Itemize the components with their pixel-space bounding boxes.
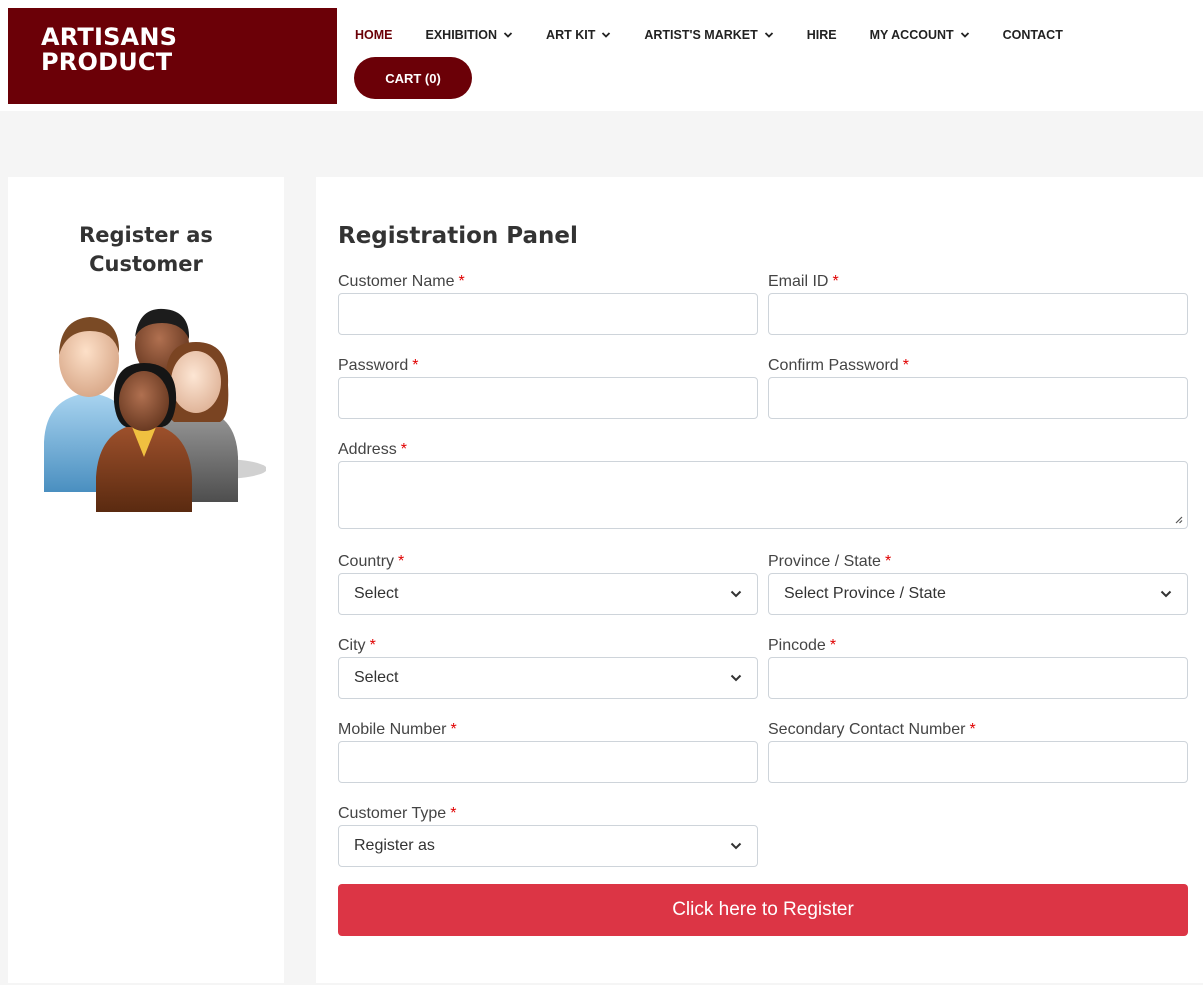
password-input[interactable]: [338, 377, 758, 419]
chevron-down-icon: [602, 32, 611, 38]
province-label: Province / State *: [768, 553, 892, 570]
cart-button[interactable]: CART (0): [354, 57, 472, 99]
secondary-contact-input[interactable]: [768, 741, 1188, 783]
nav-exhibition[interactable]: EXHIBITION: [426, 28, 514, 42]
registration-panel: Registration Panel Customer Name * Email …: [316, 177, 1203, 983]
nav-artists-market[interactable]: ARTIST'S MARKET: [644, 28, 773, 42]
password-label: Password *: [338, 357, 419, 374]
register-button[interactable]: Click here to Register: [338, 884, 1188, 936]
city-select[interactable]: Select: [338, 657, 758, 699]
address-label: Address *: [338, 441, 407, 458]
customer-name-input[interactable]: [338, 293, 758, 335]
chevron-down-icon: [1160, 590, 1172, 598]
address-textarea[interactable]: [338, 461, 1188, 529]
brand-line-2: PRODUCT: [41, 48, 173, 76]
mobile-label: Mobile Number *: [338, 721, 457, 738]
brand-logo[interactable]: ARTISANS PRODUCT: [8, 8, 337, 104]
panel-title: Registration Panel: [338, 223, 578, 249]
chevron-down-icon: [503, 32, 513, 38]
chevron-down-icon: [730, 590, 742, 598]
site-header: ARTISANS PRODUCT HOME EXHIBITION ART KIT…: [0, 0, 1203, 111]
chevron-down-icon: [730, 842, 742, 850]
customer-type-label: Customer Type *: [338, 805, 457, 822]
chevron-down-icon: [764, 32, 773, 38]
province-select[interactable]: Select Province / State: [768, 573, 1188, 615]
confirm-password-label: Confirm Password *: [768, 357, 909, 374]
pincode-label: Pincode *: [768, 637, 837, 654]
email-label: Email ID *: [768, 273, 839, 290]
confirm-password-input[interactable]: [768, 377, 1188, 419]
main-nav: HOME EXHIBITION ART KIT ARTIST'S MARKET …: [355, 26, 1096, 44]
people-group-icon: [44, 308, 266, 512]
country-label: Country *: [338, 553, 405, 570]
secondary-contact-label: Secondary Contact Number *: [768, 721, 976, 738]
resize-grip-icon[interactable]: [1174, 515, 1183, 524]
country-select[interactable]: Select: [338, 573, 758, 615]
nav-home[interactable]: HOME: [355, 28, 393, 42]
nav-art-kit[interactable]: ART KIT: [546, 28, 611, 42]
pincode-input[interactable]: [768, 657, 1188, 699]
chevron-down-icon: [730, 674, 742, 682]
email-input[interactable]: [768, 293, 1188, 335]
mobile-input[interactable]: [338, 741, 758, 783]
brand-line-1: ARTISANS: [41, 23, 178, 51]
register-sidebar: Register as Customer: [8, 177, 284, 983]
chevron-down-icon: [960, 32, 969, 38]
customer-type-select[interactable]: Register as: [338, 825, 758, 867]
city-label: City *: [338, 637, 376, 654]
nav-hire[interactable]: HIRE: [807, 28, 837, 42]
sidebar-title: Register as Customer: [79, 223, 213, 276]
nav-my-account[interactable]: MY ACCOUNT: [870, 28, 970, 42]
customer-name-label: Customer Name *: [338, 273, 465, 290]
nav-contact[interactable]: CONTACT: [1003, 28, 1063, 42]
